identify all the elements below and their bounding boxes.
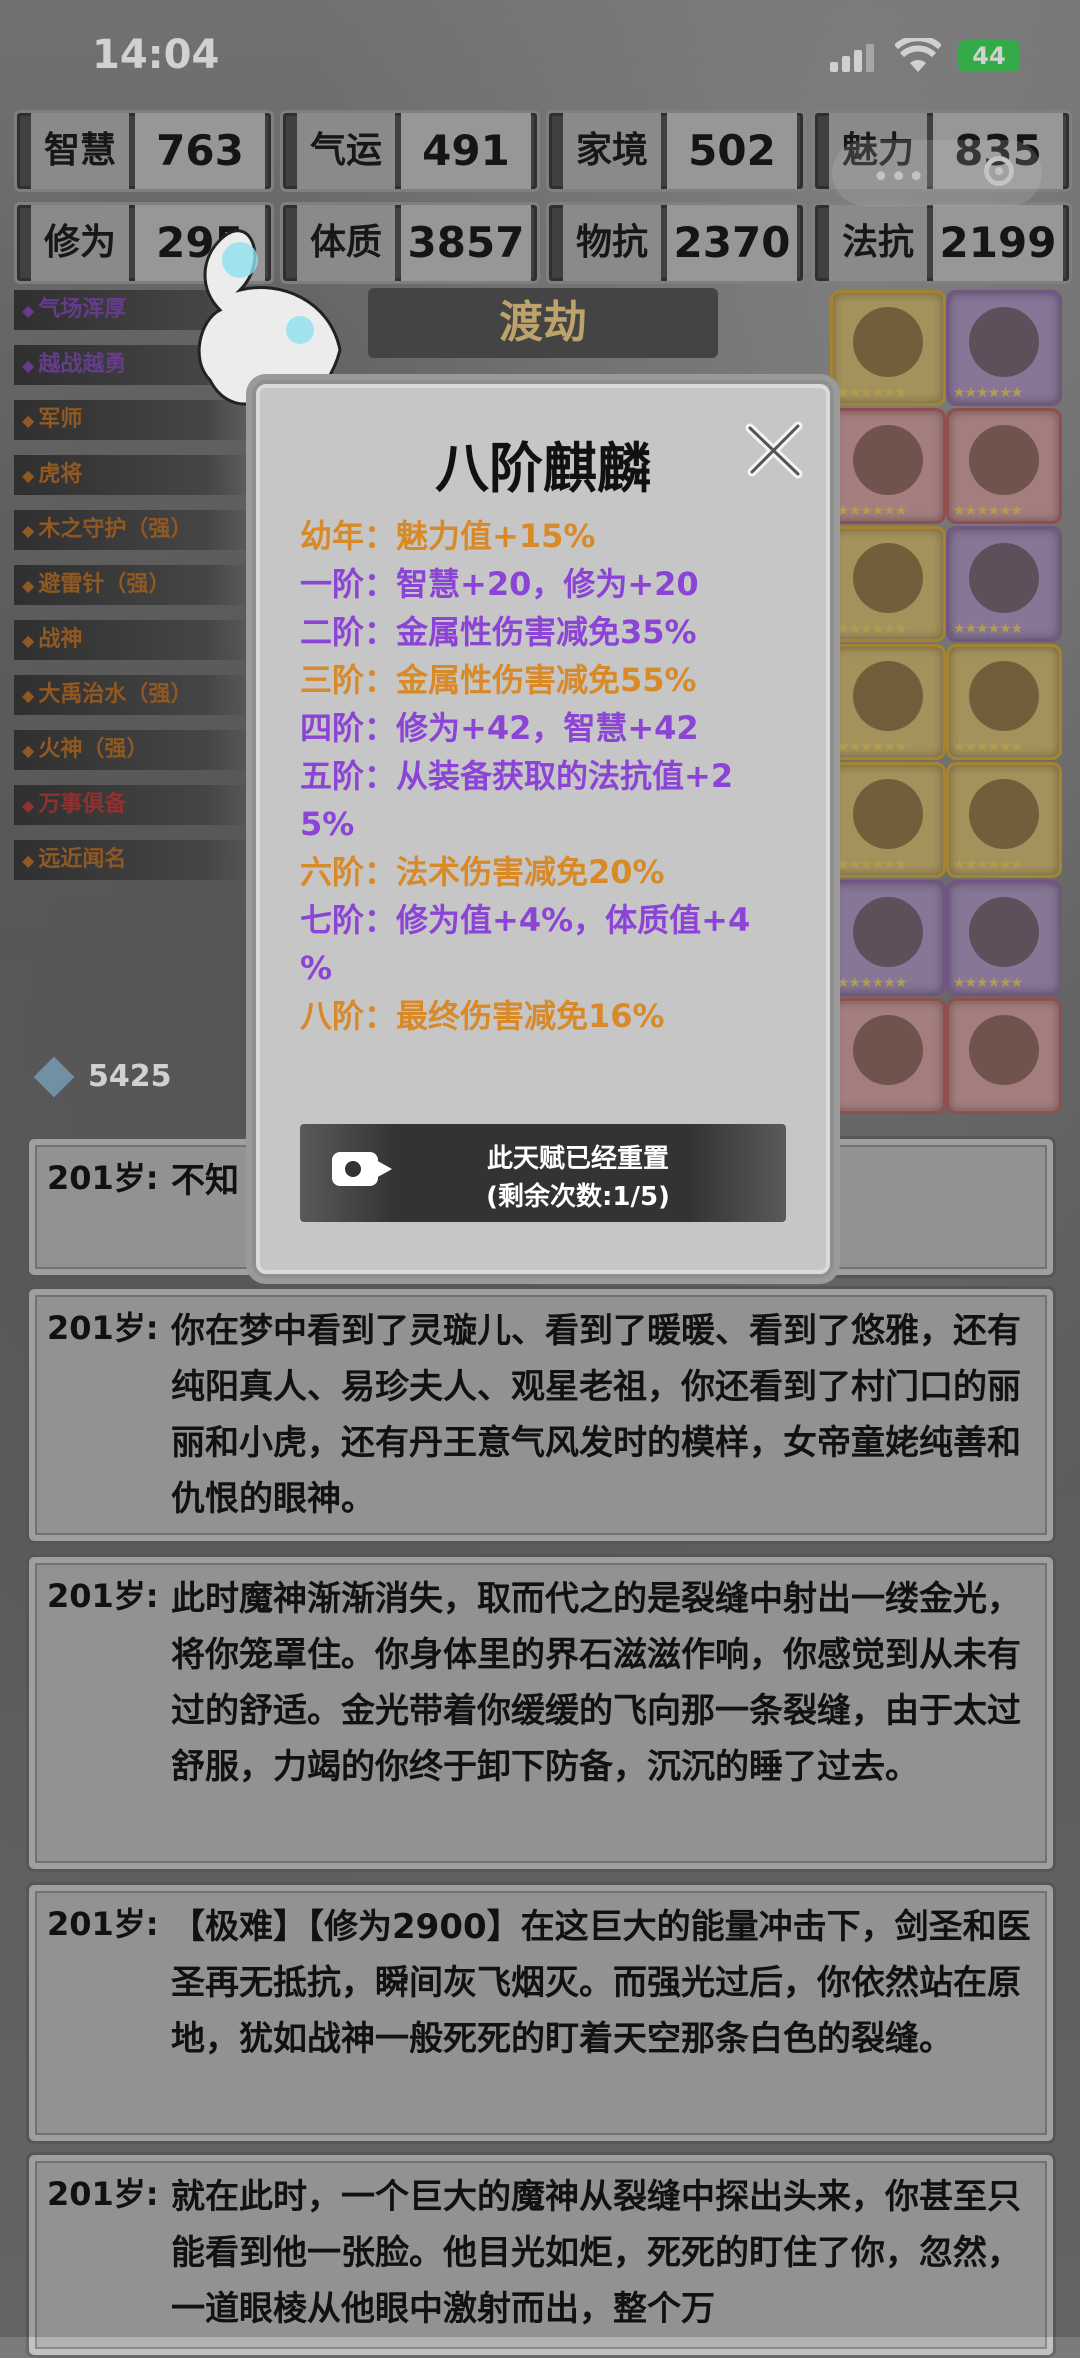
level-line: 5% — [300, 805, 355, 843]
level-line: % — [300, 949, 333, 987]
level-line: 五阶：从装备获取的法抗值+2 — [300, 757, 734, 795]
level-line: 三阶：金属性伤害减免55% — [300, 661, 697, 699]
reset-status-label: 此天赋已经重置 — [486, 1144, 669, 1174]
talent-level-list: 幼年：魅力值+15% 一阶：智慧+20，修为+20 二阶：金属性伤害减免35% … — [300, 512, 800, 1040]
close-icon[interactable] — [742, 416, 808, 482]
level-line: 四阶：修为+42，智慧+42 — [300, 709, 699, 747]
level-line: 七阶：修为值+4%，体质值+4 — [300, 901, 751, 939]
level-line: 八阶：最终伤害减免16% — [300, 997, 665, 1035]
stage-title: 渡劫 — [368, 288, 718, 358]
reset-talent-button[interactable]: 此天赋已经重置 (剩余次数:1/5) — [300, 1124, 786, 1222]
level-line: 一阶：智慧+20，修为+20 — [300, 565, 699, 603]
video-camera-icon — [332, 1152, 392, 1186]
reset-remaining-label: (剩余次数:1/5) — [486, 1182, 670, 1212]
level-line: 二阶：金属性伤害减免35% — [300, 613, 697, 651]
level-line: 六阶：法术伤害减免20% — [300, 853, 665, 891]
level-line: 幼年：魅力值+15% — [300, 517, 596, 555]
talent-detail-dialog: 八阶麒麟 幼年：魅力值+15% 一阶：智慧+20，修为+20 二阶：金属性伤害减… — [252, 380, 834, 1278]
